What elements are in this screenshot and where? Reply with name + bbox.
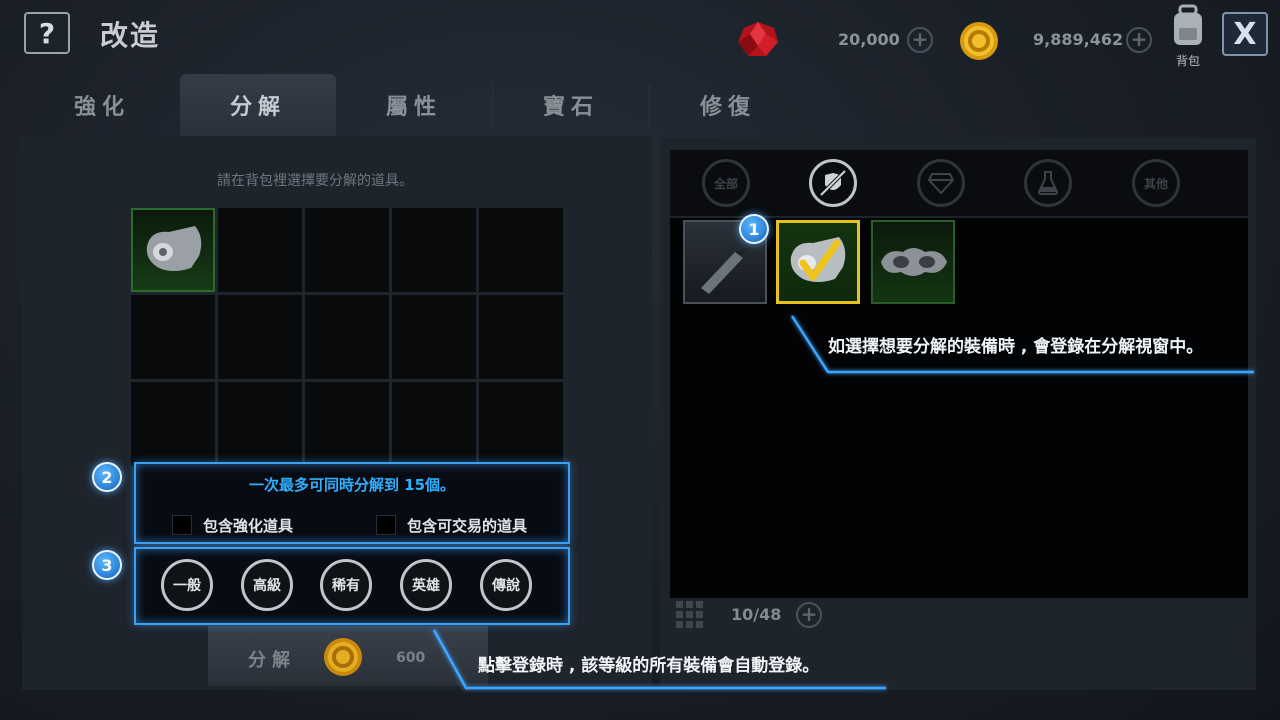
backpack-icon <box>1174 4 1202 45</box>
decompose-slot[interactable] <box>131 295 215 379</box>
filter-armor-button[interactable] <box>809 159 857 207</box>
filter-gem-button[interactable] <box>917 159 965 207</box>
grade-rare-button[interactable]: 稀有 <box>320 559 372 611</box>
decompose-button-label: 分解 <box>248 650 296 671</box>
add-gold-button[interactable]: + <box>1126 27 1152 53</box>
decompose-slot[interactable] <box>479 208 563 292</box>
inventory-item-slot[interactable] <box>871 220 955 304</box>
ruby-gem-icon <box>738 22 778 56</box>
decompose-hint: 請在背包裡選擇要分解的道具。 <box>217 173 413 189</box>
armor-icon <box>819 169 847 197</box>
filter-all-button[interactable]: 全部 <box>702 159 750 207</box>
decompose-limit-text: 一次最多可同時分解到 15個。 <box>248 476 456 494</box>
decompose-slot[interactable] <box>392 382 476 466</box>
diamond-icon <box>928 173 954 194</box>
decompose-slot[interactable] <box>305 208 389 292</box>
decompose-slot[interactable] <box>392 208 476 292</box>
include-tradeable-label: 包含可交易的道具 <box>407 517 528 535</box>
step-marker-1: 1 <box>739 214 769 244</box>
potion-icon <box>1037 171 1059 195</box>
callout-grade-register: 點擊登錄時 , 該等級的所有裝備會自動登錄。 <box>478 656 820 676</box>
page-title: 改造 <box>100 19 161 52</box>
filter-other-button[interactable]: 其他 <box>1132 159 1180 207</box>
add-gems-button[interactable]: + <box>907 27 933 53</box>
backpack-button[interactable]: 背包 <box>1166 4 1210 70</box>
step-marker-2: 2 <box>92 462 122 492</box>
decompose-slot[interactable] <box>218 208 302 292</box>
expand-inventory-button[interactable]: + <box>796 602 822 628</box>
include-tradeable-checkbox[interactable] <box>376 515 396 535</box>
include-enhanced-checkbox[interactable] <box>172 515 192 535</box>
step-marker-3: 3 <box>92 550 122 580</box>
decompose-slot[interactable] <box>131 208 215 292</box>
armor-item-icon <box>146 226 202 271</box>
decompose-slot[interactable] <box>305 382 389 466</box>
reforge-screen: ? 改造 20,000 + 9,889,462 + 背包 X 強化 分解 屬性 … <box>0 0 1280 720</box>
gold-coin-icon <box>324 638 362 676</box>
inventory-count: 10/48 <box>731 605 782 624</box>
decompose-slot[interactable] <box>479 295 563 379</box>
tab-enhance[interactable]: 強化 <box>24 74 180 136</box>
backpack-label: 背包 <box>1175 54 1200 68</box>
grade-advanced-button[interactable]: 高級 <box>241 559 293 611</box>
armor-item-checked-icon <box>790 237 846 282</box>
callout-select-equipment: 如選擇想要分解的裝備時 , 會登錄在分解視窗中。 <box>828 337 1204 357</box>
decompose-slot[interactable] <box>479 382 563 466</box>
grade-hero-button[interactable]: 英雄 <box>400 559 452 611</box>
tab-gem[interactable]: 寶石 <box>493 74 649 136</box>
tab-decompose[interactable]: 分解 <box>180 74 336 136</box>
decompose-slot[interactable] <box>218 382 302 466</box>
gloves-item-icon <box>881 248 947 276</box>
include-enhanced-label: 包含強化道具 <box>203 517 294 535</box>
gem-currency-amount: 20,000 <box>838 30 900 49</box>
grade-common-button[interactable]: 一般 <box>161 559 213 611</box>
tab-attribute[interactable]: 屬性 <box>336 74 492 136</box>
gold-currency-amount: 9,889,462 <box>1033 30 1124 49</box>
grade-legendary-button[interactable]: 傳說 <box>480 559 532 611</box>
grid-icon <box>676 601 703 628</box>
inventory-item-slot-selected[interactable] <box>776 220 860 304</box>
decompose-slot[interactable] <box>218 295 302 379</box>
filter-consumable-button[interactable] <box>1024 159 1072 207</box>
tab-repair[interactable]: 修復 <box>650 74 806 136</box>
close-button[interactable]: X <box>1222 12 1268 56</box>
decompose-slot[interactable] <box>305 295 389 379</box>
decompose-slot[interactable] <box>131 382 215 466</box>
gold-coin-icon <box>960 22 998 60</box>
decompose-slot-grid <box>131 208 563 466</box>
decompose-cost: 600 <box>396 650 426 666</box>
decompose-slot[interactable] <box>392 295 476 379</box>
help-button[interactable]: ? <box>24 12 70 54</box>
